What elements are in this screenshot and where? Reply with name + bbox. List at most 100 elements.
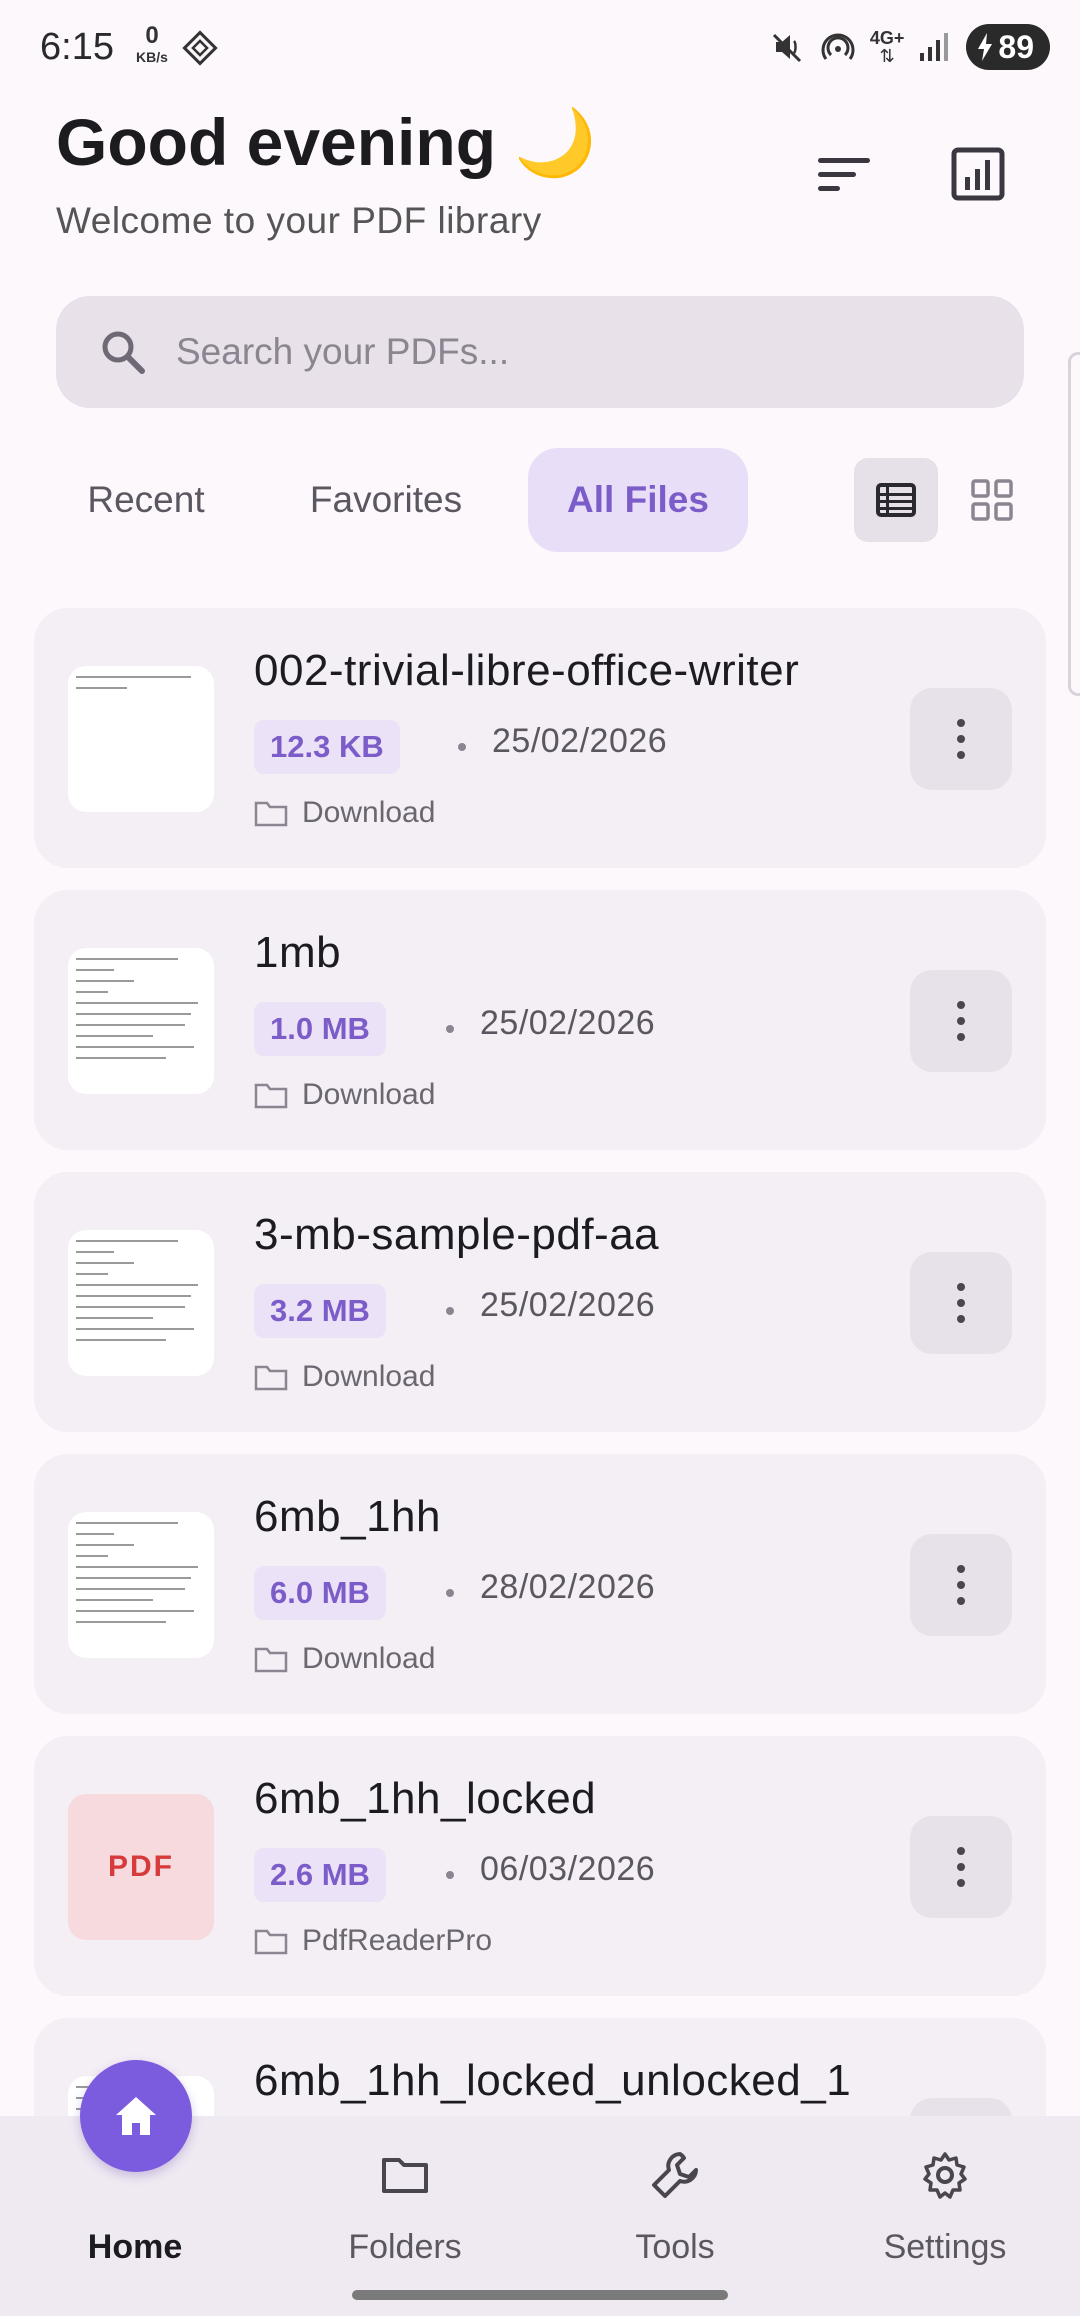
file-name: 6mb_1hh_locked_unlocked_1 — [254, 2056, 852, 2105]
file-name: 6mb_1hh_locked — [254, 1774, 597, 1823]
nav-tools[interactable]: Tools — [540, 2116, 810, 2316]
more-vert-icon — [957, 1565, 965, 1605]
file-thumbnail — [68, 1512, 214, 1658]
status-icons: 4G+ ⇅ 89 — [770, 24, 1050, 70]
file-card[interactable]: PDF 6mb_1hh_locked 2.6 MB 06/03/2026 Pdf… — [34, 1736, 1046, 1996]
file-folder: Download — [254, 796, 435, 830]
separator-dot — [458, 743, 466, 751]
file-date: 28/02/2026 — [480, 1568, 656, 1606]
more-vert-icon — [957, 1001, 965, 1041]
search-input[interactable] — [176, 331, 936, 373]
file-card[interactable]: 1mb 1.0 MB 25/02/2026 Download — [34, 890, 1046, 1150]
app-notification-icon — [182, 30, 218, 66]
separator-dot — [446, 1589, 454, 1597]
greeting-subtitle: Welcome to your PDF library — [56, 200, 542, 241]
file-thumbnail — [68, 666, 214, 812]
file-card[interactable]: 002-trivial-libre-office-writer 12.3 KB … — [34, 608, 1046, 868]
charging-icon — [978, 33, 993, 61]
file-more-button[interactable] — [910, 688, 1012, 790]
thumbnail-preview — [76, 1522, 204, 1632]
mute-icon — [772, 33, 801, 63]
file-date: 25/02/2026 — [480, 1286, 656, 1324]
more-vert-icon — [957, 1847, 965, 1887]
network-type: 4G+ ⇅ — [869, 28, 905, 66]
status-time: 6:15 — [40, 26, 114, 68]
file-folder-name: Download — [302, 1360, 436, 1393]
file-folder-name: Download — [302, 1078, 436, 1111]
nav-home-label: Home — [87, 2228, 183, 2266]
file-date: 06/03/2026 — [480, 1850, 656, 1888]
search-bar[interactable] — [56, 296, 1024, 408]
file-thumbnail — [68, 948, 214, 1094]
net-speed-value: 0 — [145, 22, 159, 49]
sort-button[interactable] — [804, 134, 884, 214]
file-thumbnail — [68, 1230, 214, 1376]
thumbnail-preview — [76, 958, 204, 1068]
file-folder: Download — [254, 1360, 435, 1394]
more-vert-icon — [957, 719, 965, 759]
file-date: 25/02/2026 — [492, 722, 668, 760]
greeting-title: Good evening 🌙 — [56, 105, 597, 179]
folder-icon — [254, 801, 288, 827]
signal-icon — [920, 33, 949, 61]
list-view-icon — [876, 483, 916, 517]
pdf-file-icon: PDF — [68, 1794, 214, 1940]
file-name: 3-mb-sample-pdf-aa — [254, 1210, 660, 1259]
folder-icon — [254, 1365, 288, 1391]
folder-icon — [382, 2158, 428, 2193]
file-name: 1mb — [254, 928, 342, 977]
file-size-badge: 6.0 MB — [254, 1566, 386, 1620]
battery-level: 89 — [998, 28, 1034, 65]
file-size-badge: 1.0 MB — [254, 1002, 386, 1056]
home-button[interactable] — [80, 2060, 192, 2172]
file-name: 6mb_1hh — [254, 1492, 441, 1541]
list-view-button[interactable] — [854, 458, 938, 542]
file-more-button[interactable] — [910, 1534, 1012, 1636]
nav-settings-label: Settings — [883, 2228, 1007, 2266]
data-arrows-icon: ⇅ — [879, 46, 895, 66]
file-more-button[interactable] — [910, 1252, 1012, 1354]
folder-icon — [254, 1929, 288, 1955]
scrollbar[interactable] — [1068, 352, 1080, 696]
folder-icon — [254, 1647, 288, 1673]
grid-view-button[interactable] — [950, 458, 1034, 542]
file-more-button[interactable] — [910, 970, 1012, 1072]
nav-folders[interactable]: Folders — [270, 2116, 540, 2316]
nav-settings[interactable]: Settings — [810, 2116, 1080, 2316]
thumbnail-preview — [76, 1240, 204, 1350]
tab-favorites[interactable]: Favorites — [276, 448, 496, 552]
file-card[interactable]: 6mb_1hh 6.0 MB 28/02/2026 Download — [34, 1454, 1046, 1714]
sort-icon — [818, 158, 870, 191]
stats-button[interactable] — [938, 134, 1018, 214]
file-card[interactable]: 3-mb-sample-pdf-aa 3.2 MB 25/02/2026 Dow… — [34, 1172, 1046, 1432]
status-bar: 6:15 0 KB/s 4G+ ⇅ 89 — [0, 0, 1080, 96]
folder-icon — [254, 1083, 288, 1109]
thumbnail-preview — [76, 676, 204, 698]
search-icon — [102, 331, 145, 374]
file-date: 25/02/2026 — [480, 1004, 656, 1042]
wrench-icon — [652, 2152, 698, 2198]
tab-recent[interactable]: Recent — [56, 448, 236, 552]
file-folder: Download — [254, 1078, 435, 1112]
battery-indicator: 89 — [966, 24, 1050, 70]
hotspot-icon — [821, 33, 855, 60]
file-name: 002-trivial-libre-office-writer — [254, 646, 800, 695]
bar-chart-icon — [951, 147, 1005, 201]
separator-dot — [446, 1025, 454, 1033]
file-folder-name: Download — [302, 796, 436, 829]
net-speed-unit: KB/s — [136, 49, 168, 65]
file-more-button[interactable] — [910, 1816, 1012, 1918]
file-folder: PdfReaderPro — [254, 1924, 492, 1958]
home-icon — [116, 2097, 156, 2135]
gesture-bar[interactable] — [352, 2290, 728, 2300]
separator-dot — [446, 1871, 454, 1879]
gear-icon — [923, 2152, 967, 2199]
file-size-badge: 12.3 KB — [254, 720, 400, 774]
file-size-badge: 2.6 MB — [254, 1848, 386, 1902]
file-folder-name: PdfReaderPro — [302, 1924, 493, 1957]
tab-all-files[interactable]: All Files — [528, 448, 748, 552]
file-size-badge: 3.2 MB — [254, 1284, 386, 1338]
nav-folders-label: Folders — [348, 2228, 462, 2266]
separator-dot — [446, 1307, 454, 1315]
file-folder-name: Download — [302, 1642, 436, 1675]
